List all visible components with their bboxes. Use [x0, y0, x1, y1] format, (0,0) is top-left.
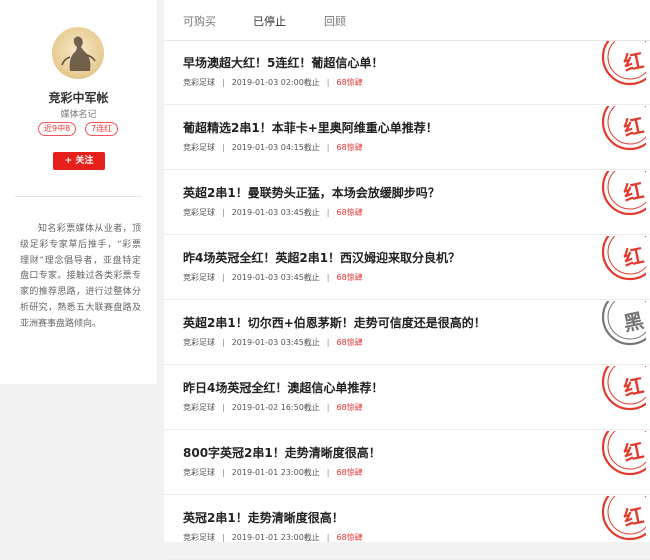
- result-stamp-red: 红: [600, 496, 646, 542]
- result-stamp-red: 红: [600, 41, 646, 87]
- list-item[interactable]: 昨日4场英冠全红！澳超信心单推荐！ 竞彩足球 | 2019-01-02 16:50截止…: [164, 365, 650, 430]
- stamp-label: 红: [621, 503, 646, 531]
- item-deadline: 2019-01-03 03:45截止: [231, 273, 320, 282]
- stamp-label: 红: [621, 178, 646, 206]
- expert-name: 竞彩中军帐: [48, 91, 109, 105]
- meta-separator: |: [222, 403, 225, 412]
- stamp-label: 红: [621, 438, 646, 466]
- item-title[interactable]: 英冠2串1！走势清晰度很高！: [183, 509, 344, 526]
- list-item[interactable]: 早场澳超大红！5连红！葡超信心单！ 竞彩足球 | 2019-01-03 02:00截止…: [164, 40, 650, 105]
- item-deadline: 2019-01-03 02:00截止: [231, 78, 320, 87]
- item-category: 竞彩足球: [183, 273, 215, 282]
- expert-bio: 知名彩票媒体从业者，顶级足彩专家草后推手，“彩票理财”理念倡导者，亚盘特定盘口专…: [20, 224, 141, 329]
- list-item[interactable]: 英超2串1！切尔西+伯恩茅斯！走势可信度还是很高的！ 竞彩足球 | 2019-01-0…: [164, 300, 650, 365]
- meta-separator: |: [326, 338, 330, 347]
- item-category: 竞彩足球: [183, 468, 215, 477]
- meta-separator: |: [326, 403, 330, 412]
- item-price: 68惊肆: [336, 208, 363, 217]
- meta-separator: |: [222, 143, 225, 152]
- item-category: 竞彩足球: [183, 78, 215, 87]
- item-title[interactable]: 葡超精选2串1！本菲卡+里奥阿维重心单推荐！: [183, 119, 438, 136]
- item-category: 竞彩足球: [183, 143, 215, 152]
- item-category: 竞彩足球: [183, 403, 215, 412]
- item-price: 68惊肆: [336, 273, 363, 282]
- item-deadline: 2019-01-01 23:00截止: [231, 468, 320, 477]
- item-meta: 竞彩足球 | 2019-01-03 03:45截止 | 68惊肆: [183, 207, 363, 218]
- list-item[interactable]: 葡超精选2串1！本菲卡+里奥阿维重心单推荐！ 竞彩足球 | 2019-01-03 04…: [164, 105, 650, 170]
- result-stamp-red: 红: [600, 171, 646, 217]
- item-title[interactable]: 昨4场英冠全红！英超2串1！西汉姆迎来取分良机？: [183, 249, 460, 266]
- meta-separator: |: [222, 533, 225, 542]
- meta-separator: |: [326, 273, 330, 282]
- item-title[interactable]: 昨日4场英冠全红！澳超信心单推荐！: [183, 379, 383, 396]
- tab-review[interactable]: 回顾: [324, 13, 346, 29]
- stamp-label: 红: [621, 113, 646, 141]
- item-price: 68惊肆: [336, 468, 363, 477]
- result-stamp-black: 黑: [600, 301, 646, 347]
- meta-separator: |: [326, 533, 330, 542]
- item-deadline: 2019-01-01 23:00截止: [231, 533, 320, 542]
- item-price: 68惊肆: [336, 403, 363, 412]
- hit-rate-badge: 近9中8: [38, 122, 77, 136]
- item-meta: 竞彩足球 | 2019-01-03 04:15截止 | 68惊肆: [183, 142, 363, 153]
- sidebar-divider: [15, 196, 142, 197]
- item-category: 竞彩足球: [183, 338, 215, 347]
- meta-separator: |: [326, 78, 330, 87]
- item-price: 68惊肆: [336, 143, 363, 152]
- item-meta: 竞彩足球 | 2019-01-02 16:50截止 | 68惊肆: [183, 402, 363, 413]
- avatar[interactable]: [52, 27, 104, 79]
- meta-separator: |: [222, 468, 225, 477]
- meta-separator: |: [326, 143, 330, 152]
- recommendation-list-panel: 可购买 已停止 回顾 早场澳超大红！5连红！葡超信心单！ 竞彩足球 | 2019-01…: [164, 0, 650, 560]
- result-stamp-red: 红: [600, 236, 646, 282]
- list-item[interactable]: 昨4场英冠全红！英超2串1！西汉姆迎来取分良机？ 竞彩足球 | 2019-01-03 …: [164, 235, 650, 300]
- follow-button[interactable]: + 关注: [53, 152, 105, 170]
- item-deadline: 2019-01-03 04:15截止: [231, 143, 320, 152]
- stamp-label: 红: [621, 48, 646, 76]
- meta-separator: |: [222, 273, 225, 282]
- stamp-label: 红: [621, 243, 646, 271]
- meta-separator: |: [326, 208, 330, 217]
- item-deadline: 2019-01-03 03:45截止: [231, 338, 320, 347]
- item-title[interactable]: 800字英冠2串1！走势清晰度很高！: [183, 444, 381, 461]
- tab-available[interactable]: 可购买: [183, 13, 216, 29]
- meta-separator: |: [222, 338, 225, 347]
- item-deadline: 2019-01-02 16:50截止: [231, 403, 320, 412]
- item-meta: 竞彩足球 | 2019-01-03 03:45截止 | 68惊肆: [183, 272, 363, 283]
- item-meta: 竞彩足球 | 2019-01-03 03:45截止 | 68惊肆: [183, 337, 363, 348]
- stamp-label: 黑: [621, 308, 646, 336]
- item-price: 68惊肆: [336, 338, 363, 347]
- item-title[interactable]: 英超2串1！切尔西+伯恩茅斯！走势可信度还是很高的！: [183, 314, 486, 331]
- meta-separator: |: [222, 208, 225, 217]
- result-stamp-red: 红: [600, 366, 646, 412]
- item-category: 竞彩足球: [183, 208, 215, 217]
- list-item[interactable]: 800字英冠2串1！走势清晰度很高！ 竞彩足球 | 2019-01-01 23:00截…: [164, 430, 650, 495]
- item-title[interactable]: 早场澳超大红！5连红！葡超信心单！: [183, 54, 383, 71]
- list-item[interactable]: 英冠2串1！走势清晰度很高！ 竞彩足球 | 2019-01-01 23:00截止 | 68…: [164, 495, 650, 560]
- meta-separator: |: [222, 78, 225, 87]
- item-title[interactable]: 英超2串1！曼联势头正猛，本场会放缓脚步吗？: [183, 184, 440, 201]
- list-item[interactable]: 英超2串1！曼联势头正猛，本场会放缓脚步吗？ 竞彩足球 | 2019-01-03 03…: [164, 170, 650, 235]
- streak-badge: 7连红: [85, 122, 119, 136]
- tab-stopped[interactable]: 已停止: [253, 13, 286, 29]
- meta-separator: |: [326, 468, 330, 477]
- result-stamp-red: 红: [600, 106, 646, 152]
- status-tabs: 可购买 已停止 回顾: [164, 0, 650, 41]
- item-price: 68惊肆: [336, 78, 363, 87]
- result-stamp-red: 红: [600, 431, 646, 477]
- item-meta: 竞彩足球 | 2019-01-01 23:00截止 | 68惊肆: [183, 532, 363, 543]
- item-deadline: 2019-01-03 03:45截止: [231, 208, 320, 217]
- stamp-label: 红: [621, 373, 646, 401]
- item-meta: 竞彩足球 | 2019-01-01 23:00截止 | 68惊肆: [183, 467, 363, 478]
- expert-profile-panel: 竞彩中军帐 媒体名记 近9中8 7连红 + 关注 知名彩票媒体从业者，顶级足彩专…: [0, 0, 158, 384]
- item-meta: 竞彩足球 | 2019-01-03 02:00截止 | 68惊肆: [183, 77, 363, 88]
- item-category: 竞彩足球: [183, 533, 215, 542]
- item-price: 68惊肆: [336, 533, 363, 542]
- expert-role: 媒体名记: [60, 110, 97, 120]
